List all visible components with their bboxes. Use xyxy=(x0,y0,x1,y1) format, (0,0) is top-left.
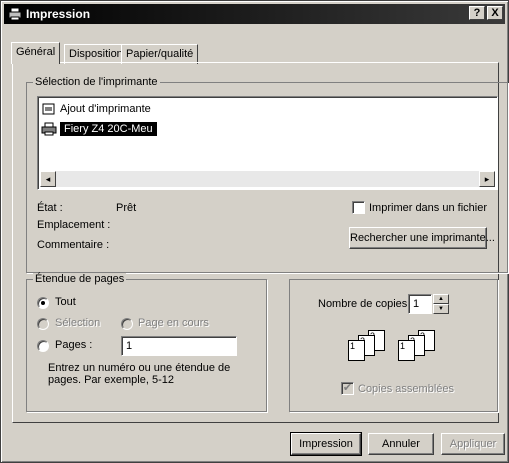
print-to-file-checkbox[interactable] xyxy=(352,201,365,214)
page-range-title: Étendue de pages xyxy=(33,273,127,285)
print-button[interactable]: Impression xyxy=(290,432,362,456)
printer-selection-title: Sélection de l'imprimante xyxy=(33,76,160,88)
range-selection-radio[interactable] xyxy=(37,318,49,330)
range-all-label: Tout xyxy=(55,296,76,308)
apply-button[interactable]: Appliquer xyxy=(441,433,505,455)
printer-selection-group: Sélection de l'imprimante Ajout d'imprim… xyxy=(26,76,508,273)
print-dialog: Impression ? X Général Disposition Papie… xyxy=(0,0,509,463)
status-label: État : xyxy=(37,202,63,214)
range-pages-label: Pages : xyxy=(55,339,93,351)
printer-item-fiery[interactable]: Fiery Z4 20C-Meu xyxy=(41,120,157,138)
title-bar[interactable]: Impression ? X xyxy=(4,4,505,24)
range-current-page-label: Page en cours xyxy=(138,317,209,329)
location-label: Emplacement : xyxy=(37,219,111,231)
collated-pages-icon-2: 3 2 1 xyxy=(398,330,438,364)
scroll-right-icon[interactable]: ▸ xyxy=(479,171,495,187)
status-value: Prêt xyxy=(116,202,137,214)
collate-checkbox[interactable]: ✔ xyxy=(341,382,354,395)
copies-group: Nombre de copies : 1 ▲ ▼ 3 2 1 3 2 1 ✔ C… xyxy=(289,279,498,412)
close-button[interactable]: X xyxy=(487,6,503,20)
copies-spinner[interactable]: ▲ ▼ xyxy=(433,294,449,314)
page-1-icon: 1 xyxy=(398,340,415,361)
add-printer-icon xyxy=(42,103,55,115)
page-range-group: Étendue de pages Tout Sélection Page en … xyxy=(26,273,267,412)
tab-general[interactable]: Général xyxy=(11,42,61,64)
printer-name: Ajout d'imprimante xyxy=(60,103,151,115)
collate-label: Copies assemblées xyxy=(358,383,454,395)
range-all-radio[interactable] xyxy=(37,297,49,309)
comment-label: Commentaire : xyxy=(37,239,110,251)
page-1-icon: 1 xyxy=(348,340,365,361)
printer-name: Fiery Z4 20C-Meu xyxy=(60,122,157,136)
printer-icon xyxy=(8,7,22,21)
printer-icon xyxy=(41,122,57,136)
scroll-left-icon[interactable]: ◂ xyxy=(40,171,56,187)
spin-down-icon[interactable]: ▼ xyxy=(433,304,449,314)
page-range-hint: Entrez un numéro ou une étendue de pages… xyxy=(48,362,231,386)
collated-pages-icon-1: 3 2 1 xyxy=(348,330,388,364)
tab-layout[interactable]: Disposition xyxy=(64,44,128,64)
copies-count-label: Nombre de copies : xyxy=(318,298,414,310)
printer-item-add[interactable]: Ajout d'imprimante xyxy=(41,100,151,118)
spin-up-icon[interactable]: ▲ xyxy=(433,294,449,304)
pages-input[interactable]: 1 xyxy=(121,336,237,356)
range-selection-label: Sélection xyxy=(55,317,101,329)
printer-list-scrollbar[interactable]: ◂ ▸ xyxy=(40,171,495,187)
tab-panel-general: Sélection de l'imprimante Ajout d'imprim… xyxy=(12,62,508,423)
print-to-file-label: Imprimer dans un fichier xyxy=(369,202,487,214)
tab-paper-quality[interactable]: Papier/qualité xyxy=(121,44,199,64)
window-title: Impression xyxy=(26,7,91,21)
range-pages-radio[interactable] xyxy=(37,340,49,352)
copies-count-input[interactable]: 1 xyxy=(408,294,432,314)
cancel-button[interactable]: Annuler xyxy=(368,433,434,455)
find-printer-button[interactable]: Rechercher une imprimante... xyxy=(349,227,495,249)
printer-list[interactable]: Ajout d'imprimante Fiery Z4 20C-Meu ◂ ▸ xyxy=(37,96,498,190)
help-button[interactable]: ? xyxy=(469,6,485,20)
range-current-page-radio[interactable] xyxy=(121,318,133,330)
